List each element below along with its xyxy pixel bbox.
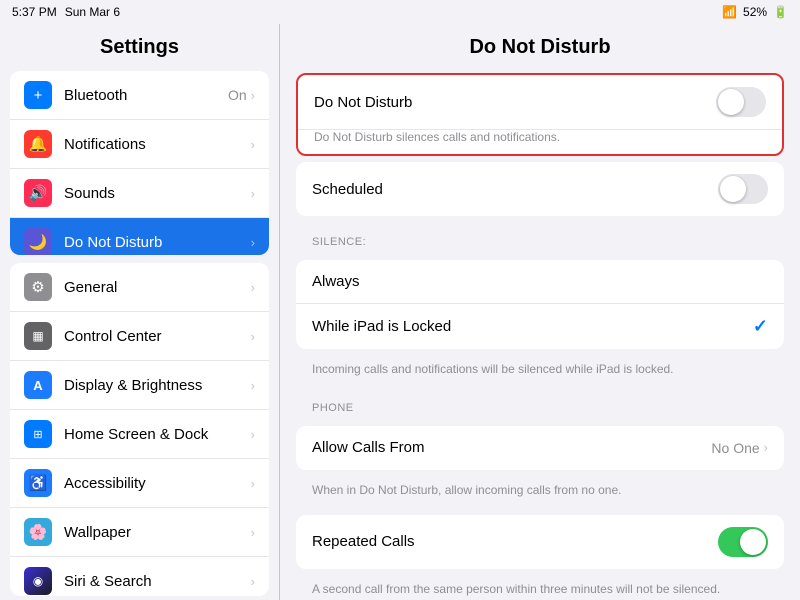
checkmark-icon: ✓: [753, 316, 768, 337]
sidebar-label-display: Display & Brightness: [64, 377, 251, 394]
silence-section-label: SILENCE:: [280, 222, 800, 254]
silence-always-row[interactable]: Always: [296, 260, 784, 304]
dnd-toggle[interactable]: [716, 87, 766, 117]
dnd-toggle-row: Do Not Disturb: [298, 75, 782, 130]
sidebar-section-top: + Bluetooth On › 🔔 Notifications › 🔊 Sou…: [10, 71, 269, 255]
sidebar-label-general: General: [64, 279, 251, 296]
sidebar-label-controlcenter: Control Center: [64, 328, 251, 345]
battery-icon: 🔋: [773, 5, 788, 19]
notifications-icon: 🔔: [24, 130, 52, 158]
wifi-icon: 📶: [722, 5, 737, 19]
dnd-label: Do Not Disturb: [314, 94, 716, 111]
sounds-icon: 🔊: [24, 179, 52, 207]
content-title: Do Not Disturb: [280, 24, 800, 67]
main-layout: Settings + Bluetooth On › 🔔 Notification…: [0, 24, 800, 600]
allow-calls-value: No One: [711, 440, 759, 456]
dnd-toggle-knob: [718, 89, 744, 115]
controlcenter-icon: ▦: [24, 322, 52, 350]
repeated-calls-toggle[interactable]: [718, 527, 768, 557]
sidebar-item-sounds[interactable]: 🔊 Sounds ›: [10, 169, 269, 218]
sidebar-label-bluetooth: Bluetooth: [64, 87, 228, 104]
battery-indicator: 52%: [743, 5, 767, 19]
chevron-icon: ›: [251, 427, 255, 442]
chevron-icon: ›: [251, 329, 255, 344]
display-icon: A: [24, 371, 52, 399]
donotdisturb-icon: 🌙: [24, 228, 52, 255]
sidebar-label-siri: Siri & Search: [64, 573, 251, 590]
accessibility-icon: ♿: [24, 469, 52, 497]
sidebar-item-donotdisturb[interactable]: 🌙 Do Not Disturb ›: [10, 218, 269, 255]
scheduled-toggle[interactable]: [718, 174, 768, 204]
chevron-icon: ›: [251, 525, 255, 540]
scheduled-label: Scheduled: [312, 181, 718, 198]
silence-locked-row[interactable]: While iPad is Locked ✓: [296, 304, 784, 349]
chevron-right-icon: ›: [764, 440, 768, 455]
chevron-icon: ›: [251, 280, 255, 295]
phone-section-label: PHONE: [280, 388, 800, 420]
status-time: 5:37 PM: [12, 5, 57, 19]
sidebar-title: Settings: [0, 24, 279, 67]
allow-calls-row[interactable]: Allow Calls From No One ›: [296, 426, 784, 470]
sidebar-label-notifications: Notifications: [64, 136, 251, 153]
scheduled-section: Scheduled: [296, 162, 784, 216]
sidebar-item-notifications[interactable]: 🔔 Notifications ›: [10, 120, 269, 169]
homescreen-icon: ⊞: [24, 420, 52, 448]
sidebar: Settings + Bluetooth On › 🔔 Notification…: [0, 24, 280, 600]
silence-always-label: Always: [312, 273, 768, 290]
sidebar-label-accessibility: Accessibility: [64, 475, 251, 492]
sidebar-label-sounds: Sounds: [64, 185, 251, 202]
do-not-disturb-section: Do Not Disturb Do Not Disturb silences c…: [296, 73, 784, 156]
chevron-icon: ›: [251, 476, 255, 491]
silence-section: Always While iPad is Locked ✓: [296, 260, 784, 349]
repeated-calls-toggle-knob: [740, 529, 766, 555]
allow-calls-description: When in Do Not Disturb, allow incoming c…: [280, 476, 800, 509]
chevron-icon: ›: [251, 186, 255, 201]
chevron-icon: ›: [251, 88, 255, 103]
sidebar-label-donotdisturb: Do Not Disturb: [64, 234, 251, 251]
sidebar-item-display[interactable]: A Display & Brightness ›: [10, 361, 269, 410]
repeated-calls-row: Repeated Calls: [296, 515, 784, 569]
sidebar-label-wallpaper: Wallpaper: [64, 524, 251, 541]
status-bar: 5:37 PM Sun Mar 6 📶 52% 🔋: [0, 0, 800, 24]
silence-description: Incoming calls and notifications will be…: [280, 355, 800, 388]
content-area: Do Not Disturb Do Not Disturb Do Not Dis…: [280, 24, 800, 600]
repeated-calls-label: Repeated Calls: [312, 533, 718, 550]
sidebar-item-general[interactable]: ⚙ General ›: [10, 263, 269, 312]
sidebar-item-homescreen[interactable]: ⊞ Home Screen & Dock ›: [10, 410, 269, 459]
sidebar-item-controlcenter[interactable]: ▦ Control Center ›: [10, 312, 269, 361]
chevron-icon: ›: [251, 137, 255, 152]
phone-section: Allow Calls From No One ›: [296, 426, 784, 470]
status-date: Sun Mar 6: [65, 5, 120, 19]
sidebar-item-siri[interactable]: ◉ Siri & Search ›: [10, 557, 269, 596]
sidebar-item-accessibility[interactable]: ♿ Accessibility ›: [10, 459, 269, 508]
repeated-calls-section: Repeated Calls: [296, 515, 784, 569]
sidebar-item-wallpaper[interactable]: 🌸 Wallpaper ›: [10, 508, 269, 557]
sidebar-section-bottom: ⚙ General › ▦ Control Center › A Display…: [10, 263, 269, 596]
bluetooth-icon: +: [24, 81, 52, 109]
chevron-icon: ›: [251, 574, 255, 589]
dnd-description: Do Not Disturb silences calls and notifi…: [298, 130, 782, 154]
scheduled-row: Scheduled: [296, 162, 784, 216]
sidebar-item-bluetooth[interactable]: + Bluetooth On ›: [10, 71, 269, 120]
general-icon: ⚙: [24, 273, 52, 301]
scheduled-toggle-knob: [720, 176, 746, 202]
chevron-icon: ›: [251, 235, 255, 250]
repeated-calls-description: A second call from the same person withi…: [280, 575, 800, 600]
wallpaper-icon: 🌸: [24, 518, 52, 546]
bluetooth-value: On: [228, 87, 247, 103]
allow-calls-label: Allow Calls From: [312, 439, 711, 456]
silence-locked-label: While iPad is Locked: [312, 318, 753, 335]
chevron-icon: ›: [251, 378, 255, 393]
siri-icon: ◉: [24, 567, 52, 595]
sidebar-label-homescreen: Home Screen & Dock: [64, 426, 251, 443]
